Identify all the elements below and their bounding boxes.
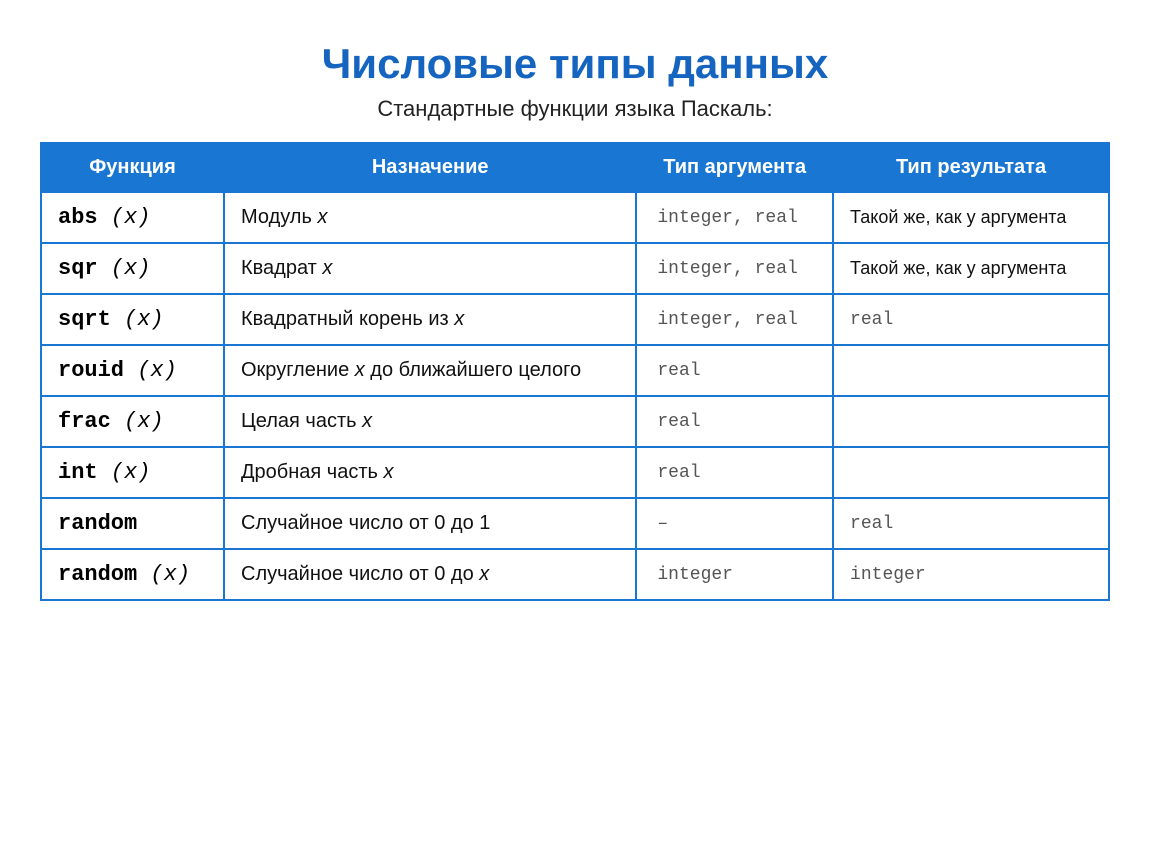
table-row: frac (x)Целая часть xreal (41, 396, 1109, 447)
desc-cell: Округление x до ближайшего целого (224, 345, 636, 396)
result-cell (833, 447, 1109, 498)
table-row: abs (x)Модуль xinteger, realТакой же, ка… (41, 192, 1109, 243)
func-cell: abs (x) (41, 192, 224, 243)
table-row: rouid (x)Округление x до ближайшего цело… (41, 345, 1109, 396)
desc-cell: Дробная часть x (224, 447, 636, 498)
desc-cell: Случайное число от 0 до 1 (224, 498, 636, 549)
arg-type-cell: real (636, 345, 833, 396)
desc-cell: Случайное число от 0 до x (224, 549, 636, 600)
arg-type-cell: integer, real (636, 243, 833, 294)
subtitle: Стандартные функции языка Паскаль: (40, 96, 1110, 122)
arg-type-cell: real (636, 396, 833, 447)
func-cell: random (41, 498, 224, 549)
arg-type-cell: integer (636, 549, 833, 600)
arg-type-cell: integer, real (636, 192, 833, 243)
result-cell: real (833, 498, 1109, 549)
func-cell: rouid (x) (41, 345, 224, 396)
func-cell: frac (x) (41, 396, 224, 447)
table-header-row: Функция Назначение Тип аргумента Тип рез… (41, 143, 1109, 192)
desc-cell: Квадрат x (224, 243, 636, 294)
table-row: int (x)Дробная часть xreal (41, 447, 1109, 498)
header-arg-type: Тип аргумента (636, 143, 833, 192)
table-row: random (x)Случайное число от 0 до xinteg… (41, 549, 1109, 600)
main-table: Функция Назначение Тип аргумента Тип рез… (40, 142, 1110, 601)
desc-cell: Целая часть x (224, 396, 636, 447)
func-cell: sqr (x) (41, 243, 224, 294)
arg-type-cell: – (636, 498, 833, 549)
table-row: randomСлучайное число от 0 до 1–real (41, 498, 1109, 549)
func-cell: sqrt (x) (41, 294, 224, 345)
result-cell (833, 345, 1109, 396)
header-desc: Назначение (224, 143, 636, 192)
result-cell: Такой же, как у аргумента (833, 192, 1109, 243)
desc-cell: Квадратный корень из x (224, 294, 636, 345)
func-cell: random (x) (41, 549, 224, 600)
table-row: sqr (x)Квадрат xinteger, realТакой же, к… (41, 243, 1109, 294)
result-cell: Такой же, как у аргумента (833, 243, 1109, 294)
desc-cell: Модуль x (224, 192, 636, 243)
page-title: Числовые типы данных (40, 40, 1110, 88)
result-cell (833, 396, 1109, 447)
result-cell: real (833, 294, 1109, 345)
arg-type-cell: integer, real (636, 294, 833, 345)
table-row: sqrt (x)Квадратный корень из xinteger, r… (41, 294, 1109, 345)
result-cell: integer (833, 549, 1109, 600)
table-body: abs (x)Модуль xinteger, realТакой же, ка… (41, 192, 1109, 600)
func-cell: int (x) (41, 447, 224, 498)
arg-type-cell: real (636, 447, 833, 498)
header-result-type: Тип результата (833, 143, 1109, 192)
header-func: Функция (41, 143, 224, 192)
